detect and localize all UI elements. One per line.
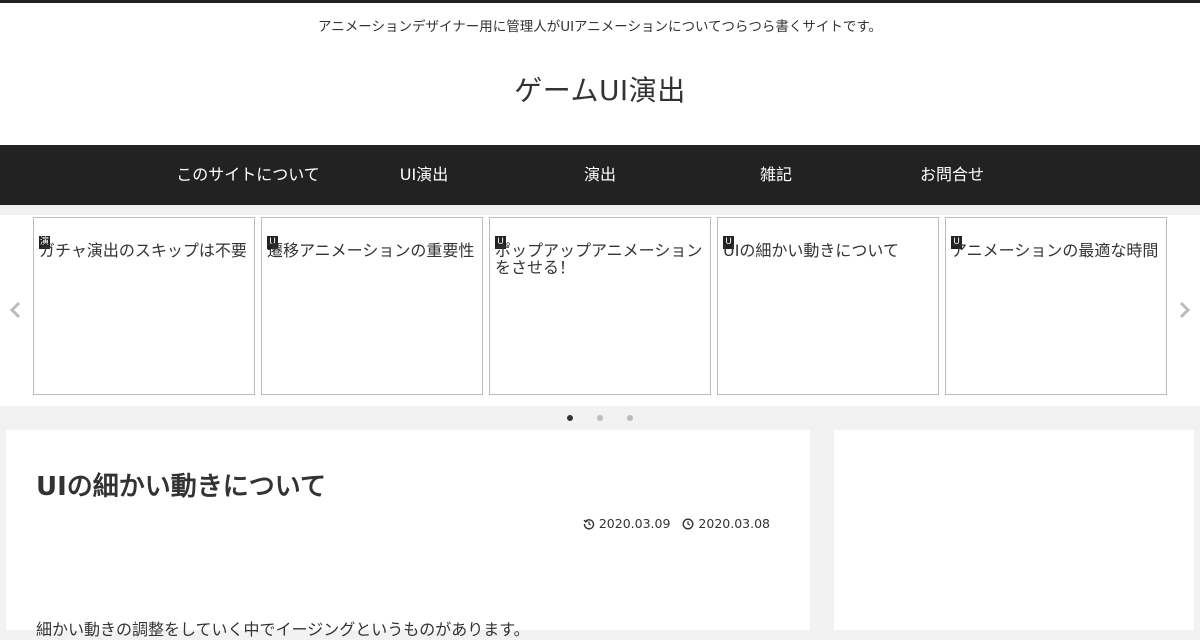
pagination-dot[interactable] [597, 415, 603, 421]
card-title[interactable]: ガチャ演出のスキップは不要 [39, 242, 251, 259]
nav-item-about[interactable]: このサイトについて [160, 145, 336, 205]
updated-date-text: 2020.03.09 [598, 516, 671, 531]
published-date: 2020.03.08 [682, 516, 770, 531]
sidebar [834, 430, 1194, 630]
post-dates: 2020.03.09 2020.03.08 [583, 516, 770, 531]
pagination-dot-active[interactable] [567, 415, 573, 421]
card-title[interactable]: UIの細かい動きについて [723, 242, 935, 259]
pagination-dot[interactable] [627, 415, 633, 421]
site-header: アニメーションデザイナー用に管理人がUIアニメーションについてつらつら書くサイト… [0, 3, 1200, 145]
carousel-card[interactable]: U UIの細かい動きについて [717, 217, 939, 395]
published-date-text: 2020.03.08 [698, 516, 770, 531]
card-title[interactable]: ポップアップアニメーションをさせる！ [495, 242, 707, 276]
divider [0, 205, 1200, 215]
nav-item-contact[interactable]: お問合せ [864, 145, 1040, 205]
card-title[interactable]: 遷移アニメーションの重要性 [267, 242, 479, 259]
clock-icon [682, 517, 694, 530]
carousel-card[interactable]: U ポップアップアニメーションをさせる！ [489, 217, 711, 395]
chevron-right-icon[interactable] [1174, 300, 1194, 320]
site-title[interactable]: ゲームUI演出 [0, 69, 1200, 109]
nav-item-animation[interactable]: 演出 [512, 145, 688, 205]
carousel-card[interactable]: U アニメーションの最適な時間 [945, 217, 1167, 395]
chevron-left-icon[interactable] [6, 300, 26, 320]
carousel-card[interactable]: U 遷移アニメーションの重要性 [261, 217, 483, 395]
site-tagline: アニメーションデザイナー用に管理人がUIアニメーションについてつらつら書くサイト… [318, 19, 882, 35]
main-content: UIの細かい動きについて 2020.03.09 2020.03.08 細かい動き… [6, 430, 810, 639]
history-icon [583, 518, 594, 530]
updated-date: 2020.03.09 [583, 516, 671, 531]
card-title[interactable]: アニメーションの最適な時間 [951, 242, 1163, 259]
main-nav: このサイトについて UI演出 演出 雑記 お問合せ [0, 145, 1200, 205]
post-excerpt: 細かい動きの調整をしていく中でイージングというものがあります。 [36, 620, 530, 639]
carousel-pagination [0, 406, 1200, 430]
nav-item-ui-animation[interactable]: UI演出 [336, 145, 512, 205]
post-title: UIの細かい動きについて [36, 472, 327, 502]
nav-item-misc[interactable]: 雑記 [688, 145, 864, 205]
article-carousel: 演 ガチャ演出のスキップは不要 U 遷移アニメーションの重要性 U ポップアップ… [0, 215, 1200, 406]
carousel-card[interactable]: 演 ガチャ演出のスキップは不要 [33, 217, 255, 395]
